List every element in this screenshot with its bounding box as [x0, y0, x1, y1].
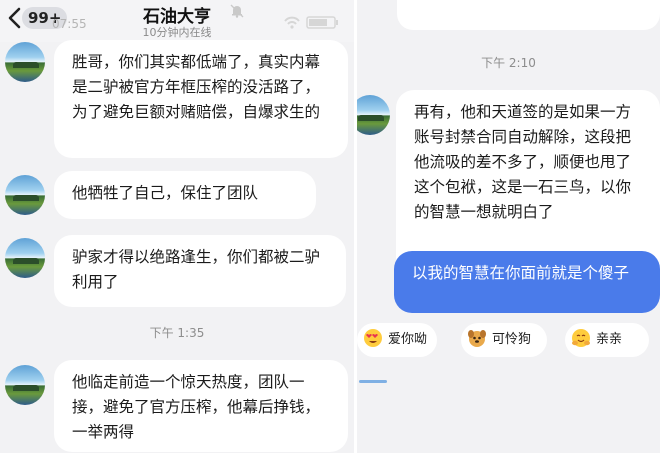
message-bubble-sent: 以我的智慧在你面前就是个傻子 — [394, 251, 660, 313]
chat-header: 99+ 07:55 石油大亨 10分钟内在线 — [0, 0, 354, 42]
next-message-edge — [359, 380, 387, 383]
message-bubble-received: 再有，他和天道签的是如果一方账号封禁合同自动解除，这段把他流吸的差不多了，顺便也… — [396, 90, 660, 278]
status-bar-icons — [284, 16, 338, 29]
contact-avatar[interactable] — [5, 175, 45, 215]
contact-avatar[interactable] — [5, 365, 45, 405]
quick-reply-chip[interactable]: 爱你呦 — [357, 323, 437, 357]
heart-eyes-emoji-icon — [364, 329, 382, 347]
previous-message-bubble-edge — [397, 0, 660, 30]
puppy-face-emoji-icon — [468, 330, 486, 347]
hug-emoji-icon — [572, 329, 590, 347]
left-chat-panel: 99+ 07:55 石油大亨 10分钟内在线 胜哥，你们其实都低端了，真实内幕是… — [0, 0, 354, 453]
message-timestamp: 下午 1:35 — [149, 326, 205, 340]
message-bubble-received: 驴家才得以绝路逢生，你们都被二驴利用了 — [54, 235, 346, 307]
contact-avatar[interactable] — [5, 42, 45, 82]
mute-bell-icon — [230, 4, 244, 18]
message-timestamp: 下午 2:10 — [481, 56, 536, 70]
right-chat-panel: 下午 2:10 再有，他和天道签的是如果一方账号封禁合同自动解除，这段把他流吸的… — [357, 0, 660, 453]
quick-reply-label: 亲亲 — [596, 332, 623, 347]
quick-reply-chip[interactable]: 亲亲 — [565, 323, 649, 357]
message-bubble-received: 他临走前造一个惊天热度，团队一接，避免了官方压榨，他幕后挣钱，一举两得 — [54, 360, 348, 452]
contact-avatar[interactable] — [5, 238, 45, 278]
message-bubble-received: 胜哥，你们其实都低端了，真实内幕是二驴被官方年框压榨的没活路了，为了避免巨额对赌… — [54, 40, 348, 158]
contact-avatar[interactable] — [357, 95, 390, 135]
quick-reply-label: 爱你呦 — [388, 332, 428, 347]
message-bubble-received: 他牺牲了自己，保住了团队 — [54, 171, 316, 219]
message-list-bottom — [357, 374, 660, 453]
quick-reply-chip[interactable]: 可怜狗 — [461, 323, 547, 357]
quick-reply-label: 可怜狗 — [492, 332, 532, 347]
